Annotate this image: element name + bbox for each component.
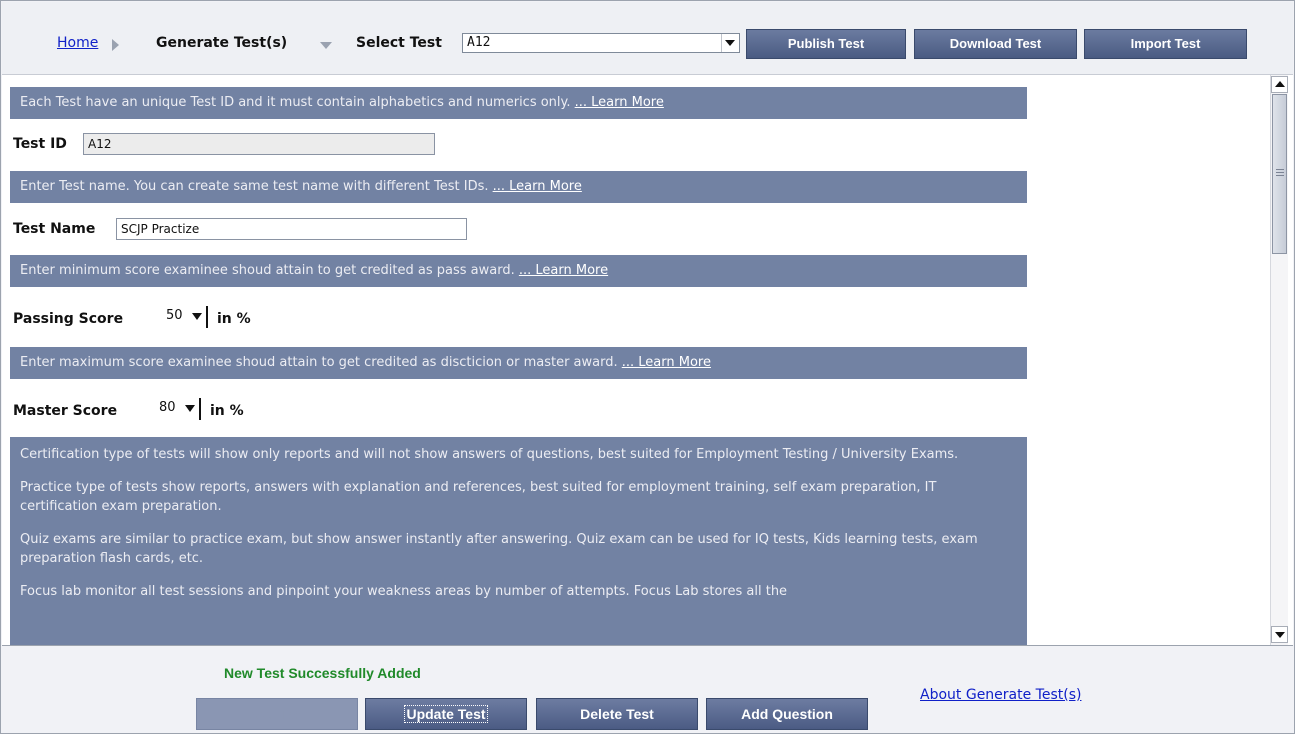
test-name-info-text: Enter Test name. You can create same tes… bbox=[20, 179, 493, 194]
passing-score-info: Enter minimum score examinee shoud attai… bbox=[10, 255, 1027, 287]
learn-more-link-test-id[interactable]: ... Learn More bbox=[575, 95, 664, 110]
select-separator bbox=[199, 398, 201, 420]
add-test-button[interactable]: Add Test bbox=[196, 698, 358, 730]
master-score-info-text: Enter maximum score examinee shoud attai… bbox=[20, 355, 622, 370]
update-test-label: Update Test bbox=[404, 705, 488, 723]
passing-score-info-text: Enter minimum score examinee shoud attai… bbox=[20, 263, 519, 278]
passing-score-value: 50 bbox=[166, 308, 183, 323]
dropdown-arrow-icon[interactable] bbox=[192, 313, 202, 320]
master-score-label: Master Score bbox=[13, 403, 118, 419]
status-message: New Test Successfully Added bbox=[224, 665, 421, 681]
select-test-value: A12 bbox=[467, 35, 491, 50]
scrollbar-thumb[interactable] bbox=[1272, 94, 1287, 254]
master-score-select[interactable]: 80 bbox=[155, 398, 201, 420]
test-id-info: Each Test have an unique Test ID and it … bbox=[10, 87, 1027, 119]
update-test-button[interactable]: Update Test bbox=[365, 698, 527, 730]
publish-test-button[interactable]: Publish Test bbox=[746, 29, 906, 59]
test-type-info: Certification type of tests will show on… bbox=[10, 437, 1027, 645]
test-name-label: Test Name bbox=[13, 221, 96, 237]
select-test-dropdown[interactable]: A12 bbox=[462, 33, 740, 53]
passing-score-label: Passing Score bbox=[13, 311, 124, 327]
about-generate-tests-link[interactable]: About Generate Test(s) bbox=[920, 687, 1081, 703]
generate-tests-label: Generate Test(s) bbox=[156, 35, 288, 51]
learn-more-link-passing[interactable]: ... Learn More bbox=[519, 263, 608, 278]
test-id-field[interactable]: A12 bbox=[83, 133, 435, 155]
passing-score-select[interactable]: 50 bbox=[162, 306, 208, 328]
learn-more-link-test-name[interactable]: ... Learn More bbox=[493, 179, 582, 194]
add-question-button[interactable]: Add Question bbox=[706, 698, 868, 730]
practice-info-text: Practice type of tests show reports, ans… bbox=[20, 480, 937, 514]
test-name-field[interactable]: SCJP Practize bbox=[116, 218, 467, 240]
grip-icon bbox=[1276, 169, 1284, 170]
delete-test-button[interactable]: Delete Test bbox=[536, 698, 698, 730]
dropdown-arrow-icon[interactable] bbox=[185, 405, 195, 412]
dropdown-arrow-icon[interactable] bbox=[721, 34, 739, 52]
learn-more-link-master[interactable]: ... Learn More bbox=[622, 355, 711, 370]
home-link[interactable]: Home bbox=[57, 35, 98, 51]
test-name-info: Enter Test name. You can create same tes… bbox=[10, 171, 1027, 203]
import-test-button[interactable]: Import Test bbox=[1084, 29, 1247, 59]
top-toolbar: Home Generate Test(s) Select Test A12 Pu… bbox=[2, 2, 1293, 75]
select-separator bbox=[206, 306, 208, 328]
app-frame: Home Generate Test(s) Select Test A12 Pu… bbox=[0, 0, 1295, 734]
master-score-value: 80 bbox=[159, 400, 176, 415]
master-score-info: Enter maximum score examinee shoud attai… bbox=[10, 347, 1027, 379]
breadcrumb-arrow-icon bbox=[112, 39, 119, 51]
download-test-button[interactable]: Download Test bbox=[914, 29, 1077, 59]
test-id-info-text: Each Test have an unique Test ID and it … bbox=[20, 95, 575, 110]
select-test-label: Select Test bbox=[356, 35, 442, 51]
scroll-up-icon[interactable] bbox=[1271, 76, 1288, 93]
certification-info-text: Certification type of tests will show on… bbox=[20, 447, 959, 462]
quiz-info-text: Quiz exams are similar to practice exam,… bbox=[20, 532, 978, 566]
focus-lab-info-text: Focus lab monitor all test sessions and … bbox=[20, 584, 788, 599]
scroll-down-icon[interactable] bbox=[1271, 626, 1288, 643]
passing-unit-label: in % bbox=[217, 311, 251, 327]
test-id-label: Test ID bbox=[13, 136, 67, 152]
chevron-down-icon[interactable] bbox=[320, 42, 332, 49]
test-form-panel: Each Test have an unique Test ID and it … bbox=[2, 75, 1293, 646]
master-unit-label: in % bbox=[210, 403, 244, 419]
vertical-scrollbar[interactable] bbox=[1270, 75, 1288, 645]
